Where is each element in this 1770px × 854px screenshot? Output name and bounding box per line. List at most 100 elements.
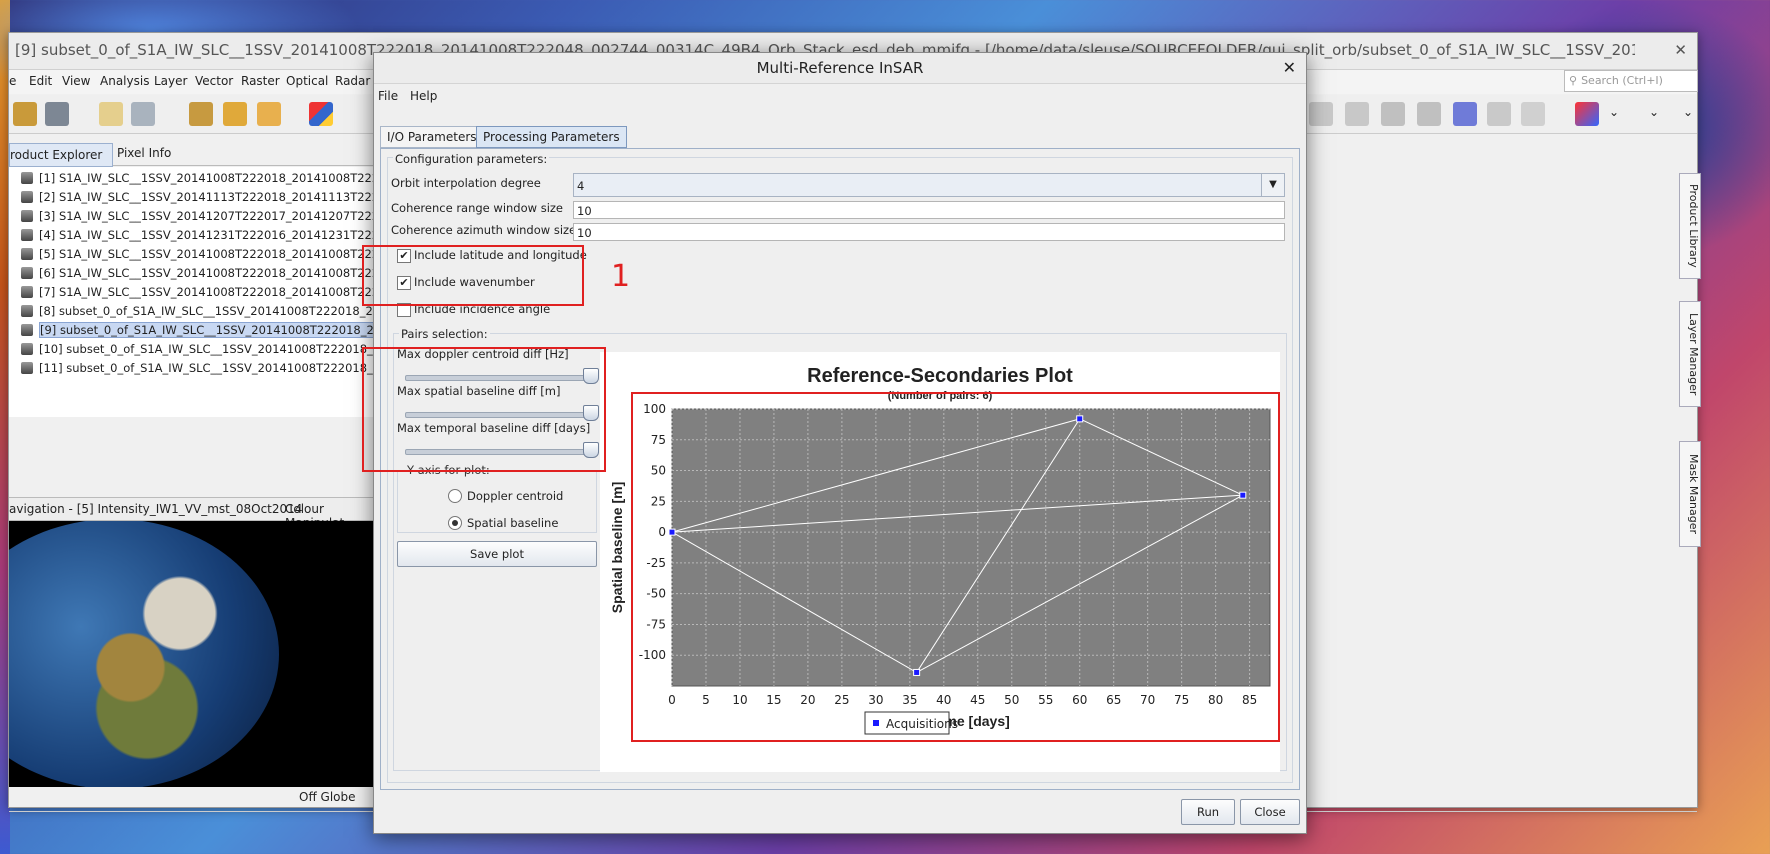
coherence-azimuth-input[interactable]: 10	[573, 223, 1285, 241]
draw-polygon-icon[interactable]	[1309, 102, 1333, 126]
x-tick-label: 0	[668, 693, 676, 707]
include-latlon-label: Include latitude and longitude	[414, 248, 587, 262]
pin-tool-icon[interactable]	[1521, 102, 1545, 126]
x-tick-label: 35	[902, 693, 917, 707]
reference-secondaries-chart: Reference-Secondaries Plot (Number of pai…	[600, 352, 1280, 772]
menu-radar[interactable]: Radar	[335, 74, 370, 88]
run-button[interactable]: Run	[1181, 799, 1235, 825]
menu-analysis[interactable]: Analysis	[100, 74, 149, 88]
product-database-icon	[21, 305, 33, 317]
menu-layer[interactable]: Layer	[154, 74, 187, 88]
redo-icon[interactable]	[131, 102, 155, 126]
doppler-slider-label: Max doppler centroid diff [Hz]	[397, 347, 569, 361]
color-manipulation-icon[interactable]	[309, 102, 333, 126]
dialog-menu-help[interactable]: Help	[410, 89, 437, 103]
tree-item[interactable]: [7] S1A_IW_SLC__1SSV_20141008T222018_201…	[9, 283, 379, 301]
search-icon: ⚲	[1569, 74, 1578, 87]
tree-item[interactable]: [1] S1A_IW_SLC__1SSV_20141008T222018_201…	[9, 169, 379, 187]
product-database-icon	[21, 172, 33, 184]
tab-navigation[interactable]: avigation - [5] Intensity_IW1_VV_mst_08O…	[9, 502, 302, 516]
include-incidence-checkbox[interactable]	[397, 303, 411, 317]
menu-edit[interactable]: Edit	[29, 74, 52, 88]
legend-marker	[873, 720, 879, 726]
product-database-icon	[21, 343, 33, 355]
tab-mask-manager[interactable]: Mask Manager	[1679, 441, 1701, 547]
plot-area	[671, 408, 1271, 687]
dialog-menu-file[interactable]: File	[378, 89, 398, 103]
doppler-slider-track[interactable]	[405, 375, 597, 381]
temporal-slider-thumb[interactable]	[583, 442, 599, 458]
save-product-icon[interactable]	[45, 102, 69, 126]
doppler-slider-thumb[interactable]	[583, 368, 599, 384]
tree-item[interactable]: [5] S1A_IW_SLC__1SSV_20141008T222018_201…	[9, 245, 379, 263]
tab-pixel-info[interactable]: Pixel Info	[117, 146, 171, 160]
tree-item[interactable]: [11] subset_0_of_S1A_IW_SLC__1SSV_201410…	[9, 359, 379, 377]
tree-item[interactable]: [6] S1A_IW_SLC__1SSV_20141008T222018_201…	[9, 264, 379, 282]
tab-product-explorer-label: roduct Explorer	[10, 148, 103, 162]
tree-item-label: [7] S1A_IW_SLC__1SSV_20141008T222018_201…	[39, 285, 379, 299]
tab-product-explorer[interactable]: roduct Explorer ✕	[9, 143, 113, 184]
product-database-icon	[21, 248, 33, 260]
band-maths-icon[interactable]	[189, 102, 213, 126]
tab-layer-manager[interactable]: Layer Manager	[1679, 301, 1701, 407]
menu-view[interactable]: View	[62, 74, 90, 88]
menu-raster[interactable]: Raster	[241, 74, 280, 88]
close-button[interactable]: Close	[1240, 799, 1300, 825]
toolbar-overflow-icon[interactable]: ⌄	[1609, 105, 1619, 119]
menu-vector[interactable]: Vector	[195, 74, 233, 88]
open-product-icon[interactable]	[13, 102, 37, 126]
select-tool-icon[interactable]	[1453, 102, 1477, 126]
tree-item-label: [1] S1A_IW_SLC__1SSV_20141008T222018_201…	[39, 171, 379, 185]
tree-item[interactable]: [3] S1A_IW_SLC__1SSV_20141207T222017_201…	[9, 207, 379, 225]
globe-status: Off Globe	[299, 790, 356, 804]
product-tree: [1] S1A_IW_SLC__1SSV_20141008T222018_201…	[9, 167, 379, 417]
batch-processing-icon[interactable]	[257, 102, 281, 126]
toolbar-overflow-icon-2[interactable]: ⌄	[1649, 105, 1659, 119]
range-finder-icon[interactable]	[1487, 102, 1511, 126]
legend-label: Acquisitions	[886, 717, 958, 731]
tree-item[interactable]: [4] S1A_IW_SLC__1SSV_20141231T222016_201…	[9, 226, 379, 244]
tree-item-label: [6] S1A_IW_SLC__1SSV_20141008T222018_201…	[39, 266, 379, 280]
menu-file[interactable]: e	[9, 74, 16, 88]
tab-product-library[interactable]: Product Library	[1679, 173, 1701, 279]
dialog-close-icon[interactable]: ✕	[1283, 53, 1296, 83]
x-tick-label: 50	[1004, 693, 1019, 707]
x-tick-label: 10	[732, 693, 747, 707]
coherence-range-label: Coherence range window size	[391, 201, 564, 215]
orbit-degree-select[interactable]: 4 ▼	[573, 173, 1285, 197]
chevron-down-icon[interactable]: ▼	[1261, 174, 1284, 196]
undo-icon[interactable]	[99, 102, 123, 126]
main-close-icon[interactable]: ✕	[1674, 41, 1687, 59]
radio-doppler-centroid[interactable]	[448, 489, 462, 503]
tree-item[interactable]: [2] S1A_IW_SLC__1SSV_20141113T222018_201…	[9, 188, 379, 206]
include-wavenumber-checkbox[interactable]: ✔	[397, 276, 411, 290]
tree-item[interactable]: [8] subset_0_of_S1A_IW_SLC__1SSV_2014100…	[9, 302, 379, 320]
radio-spatial-baseline[interactable]	[448, 516, 462, 530]
toolbar-overflow-icon-3[interactable]: ⌄	[1683, 105, 1693, 119]
graph-builder-icon[interactable]	[223, 102, 247, 126]
world-view-panel[interactable]	[9, 521, 379, 787]
save-plot-button[interactable]: Save plot	[397, 541, 597, 567]
include-latlon-checkbox[interactable]: ✔	[397, 249, 411, 263]
x-tick-label: 75	[1174, 693, 1189, 707]
y-tick-label: -25	[646, 556, 666, 570]
menu-optical[interactable]: Optical	[286, 74, 328, 88]
tab-processing-parameters[interactable]: Processing Parameters	[476, 126, 627, 148]
y-tick-label: -50	[646, 587, 666, 601]
tree-item[interactable]: [9] subset_0_of_S1A_IW_SLC__1SSV_2014100…	[9, 321, 379, 339]
tree-item-label: [8] subset_0_of_S1A_IW_SLC__1SSV_2014100…	[39, 304, 379, 318]
zoom-tool-icon[interactable]	[1417, 102, 1441, 126]
x-tick-label: 60	[1072, 693, 1087, 707]
search-input[interactable]: ⚲ Search (Ctrl+I)	[1564, 70, 1698, 92]
tree-item[interactable]: [10] subset_0_of_S1A_IW_SLC__1SSV_201410…	[9, 340, 379, 358]
spatial-slider-track[interactable]	[405, 412, 597, 418]
draw-rectangle-icon[interactable]	[1345, 102, 1369, 126]
x-tick-label: 45	[970, 693, 985, 707]
temporal-slider-track[interactable]	[405, 449, 597, 455]
coherence-range-input[interactable]: 10	[573, 201, 1285, 219]
pan-tool-icon[interactable]	[1381, 102, 1405, 126]
spatial-slider-thumb[interactable]	[583, 405, 599, 421]
star-plugin-icon[interactable]	[1575, 102, 1599, 126]
tab-io-parameters[interactable]: I/O Parameters	[380, 126, 484, 148]
x-tick-label: 30	[868, 693, 883, 707]
